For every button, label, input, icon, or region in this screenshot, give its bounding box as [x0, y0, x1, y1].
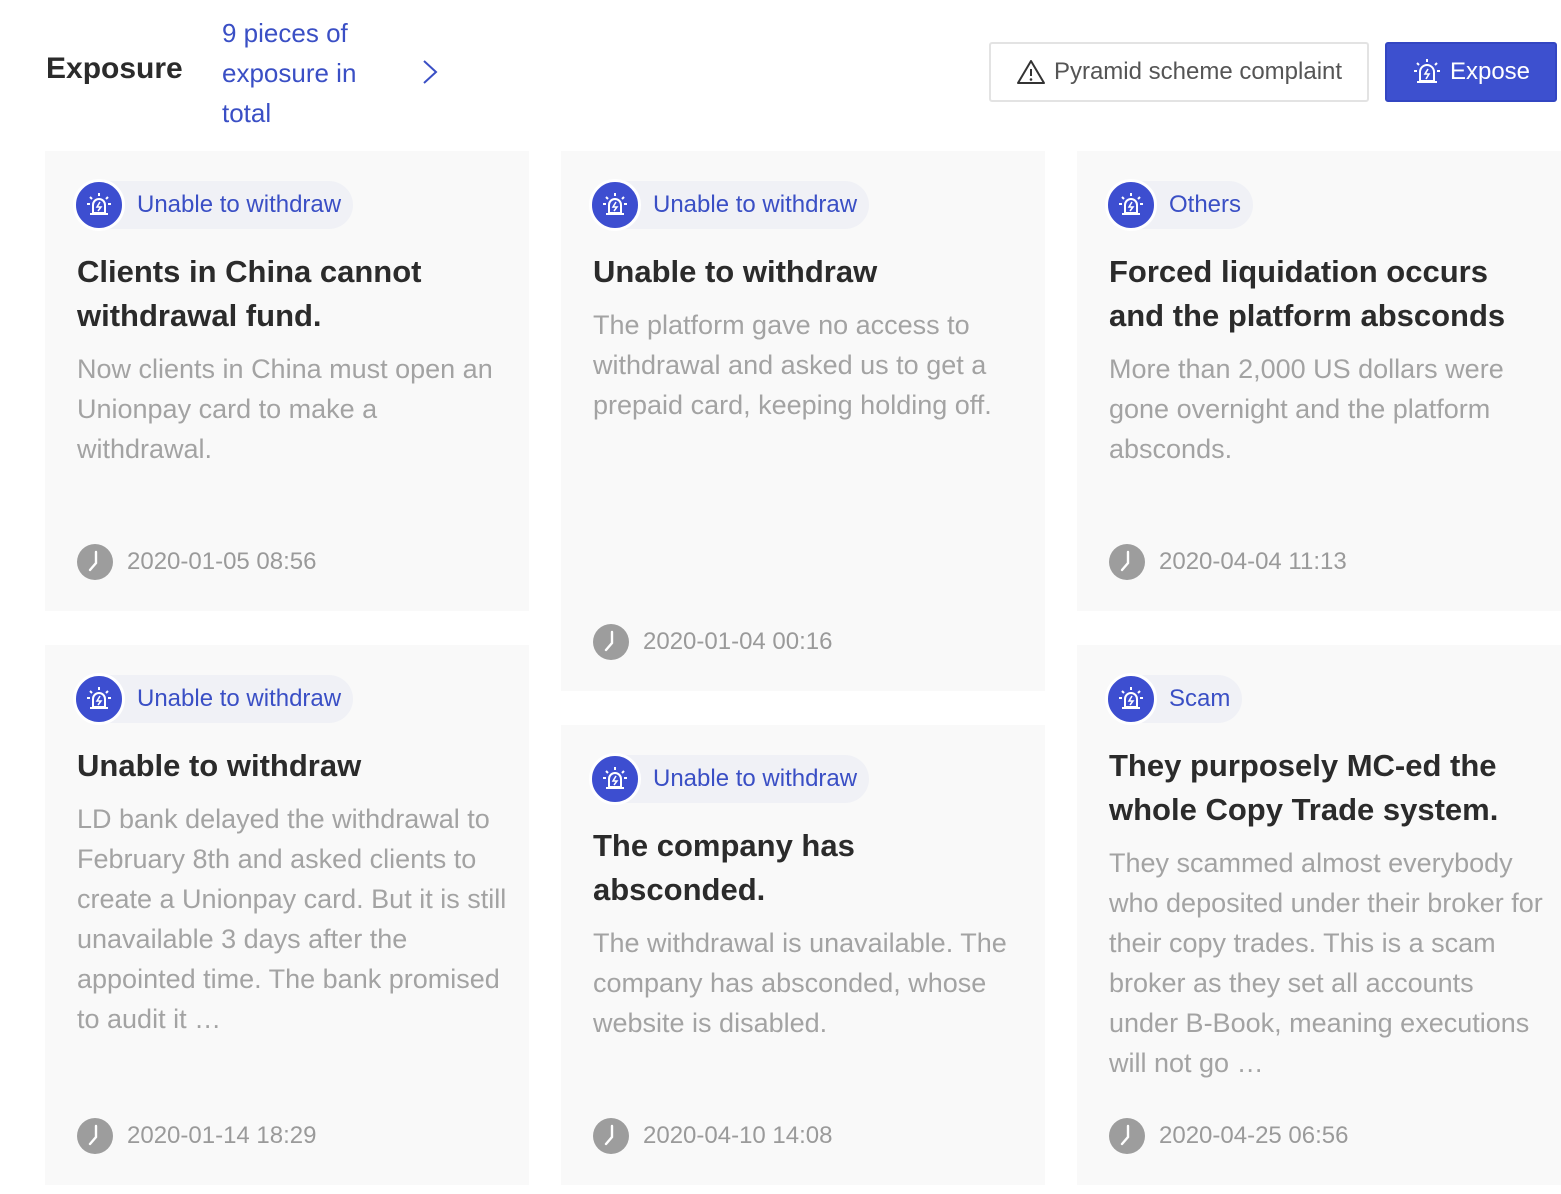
clock-icon	[77, 1118, 113, 1154]
card-time-text: 2020-04-25 06:56	[1159, 1122, 1349, 1149]
clock-icon	[1109, 544, 1145, 580]
alarm-icon	[1413, 59, 1440, 83]
category-tag: Others	[1105, 179, 1254, 231]
category-tag-label: Unable to withdraw	[137, 685, 342, 712]
alarm-icon	[1105, 179, 1157, 231]
category-tag: Unable to withdraw	[73, 673, 354, 725]
clock-icon	[1109, 1118, 1145, 1154]
card-timestamp: 2020-01-14 18:29	[77, 1116, 317, 1156]
expose-label: Expose	[1449, 58, 1531, 85]
card-title[interactable]: Forced liquidation occurs and the platfo…	[1109, 250, 1549, 338]
page-title: Exposure	[46, 52, 183, 85]
card-time-text: 2020-04-10 14:08	[643, 1122, 833, 1149]
card-timestamp: 2020-04-25 06:56	[1109, 1116, 1349, 1156]
alarm-icon	[1105, 673, 1157, 725]
card-description: Now clients in China must open an Unionp…	[77, 354, 493, 464]
card-title[interactable]: Unable to withdraw	[593, 250, 1033, 294]
warning-icon	[1016, 60, 1045, 84]
category-tag-label: Unable to withdraw	[653, 191, 858, 218]
card-time-text: 2020-04-04 11:13	[1159, 548, 1347, 575]
exposure-card[interactable]: Unable to withdraw Unable to withdraw LD…	[45, 645, 529, 1185]
exposure-card[interactable]: Scam They purposely MC-ed the whole Copy…	[1077, 645, 1561, 1185]
card-title[interactable]: Clients in China cannot withdrawal fund.	[77, 250, 517, 338]
clock-icon	[593, 1118, 629, 1154]
category-tag: Unable to withdraw	[73, 179, 354, 231]
exposure-card[interactable]: Unable to withdraw Clients in China cann…	[45, 151, 529, 611]
exposure-card[interactable]: Unable to withdraw Unable to withdraw Th…	[561, 151, 1045, 691]
card-title[interactable]: They purposely MC-ed the whole Copy Trad…	[1109, 744, 1549, 832]
card-description: They scammed almost everybody who deposi…	[1109, 848, 1543, 1078]
exposure-count-link[interactable]: 9 pieces of exposure in total	[222, 13, 382, 133]
alarm-icon	[589, 179, 641, 231]
expose-button[interactable]: Expose	[1385, 42, 1557, 102]
category-tag-label: Unable to withdraw	[137, 191, 342, 218]
category-tag: Scam	[1105, 673, 1243, 725]
card-time-text: 2020-01-04 00:16	[643, 628, 833, 655]
card-description: LD bank delayed the withdrawal to Februa…	[77, 804, 507, 1034]
category-tag-label: Scam	[1169, 685, 1231, 712]
card-description: The platform gave no access to withdrawa…	[593, 310, 992, 420]
category-tag-label: Unable to withdraw	[653, 765, 858, 792]
card-time-text: 2020-01-14 18:29	[127, 1122, 317, 1149]
card-description: The withdrawal is unavailable. The compa…	[593, 928, 1007, 1038]
pyramid-complaint-label: Pyramid scheme complaint	[1053, 58, 1343, 85]
card-title[interactable]: The company has absconded.	[593, 824, 1033, 912]
chevron-right-icon[interactable]	[418, 58, 442, 86]
clock-icon	[593, 624, 629, 660]
clock-icon	[77, 544, 113, 580]
card-title[interactable]: Unable to withdraw	[77, 744, 517, 788]
category-tag-label: Others	[1169, 191, 1242, 218]
category-tag: Unable to withdraw	[589, 753, 870, 805]
card-timestamp: 2020-01-05 08:56	[77, 542, 317, 582]
card-timestamp: 2020-04-10 14:08	[593, 1116, 833, 1156]
pyramid-complaint-button[interactable]: Pyramid scheme complaint	[989, 42, 1369, 102]
card-timestamp: 2020-04-04 11:13	[1109, 542, 1347, 582]
card-description: More than 2,000 US dollars were gone ove…	[1109, 354, 1504, 464]
alarm-icon	[73, 673, 125, 725]
card-time-text: 2020-01-05 08:56	[127, 548, 317, 575]
card-timestamp: 2020-01-04 00:16	[593, 622, 833, 662]
exposure-card[interactable]: Others Forced liquidation occurs and the…	[1077, 151, 1561, 611]
exposure-card[interactable]: Unable to withdraw The company has absco…	[561, 725, 1045, 1185]
category-tag: Unable to withdraw	[589, 179, 870, 231]
alarm-icon	[589, 753, 641, 805]
alarm-icon	[73, 179, 125, 231]
